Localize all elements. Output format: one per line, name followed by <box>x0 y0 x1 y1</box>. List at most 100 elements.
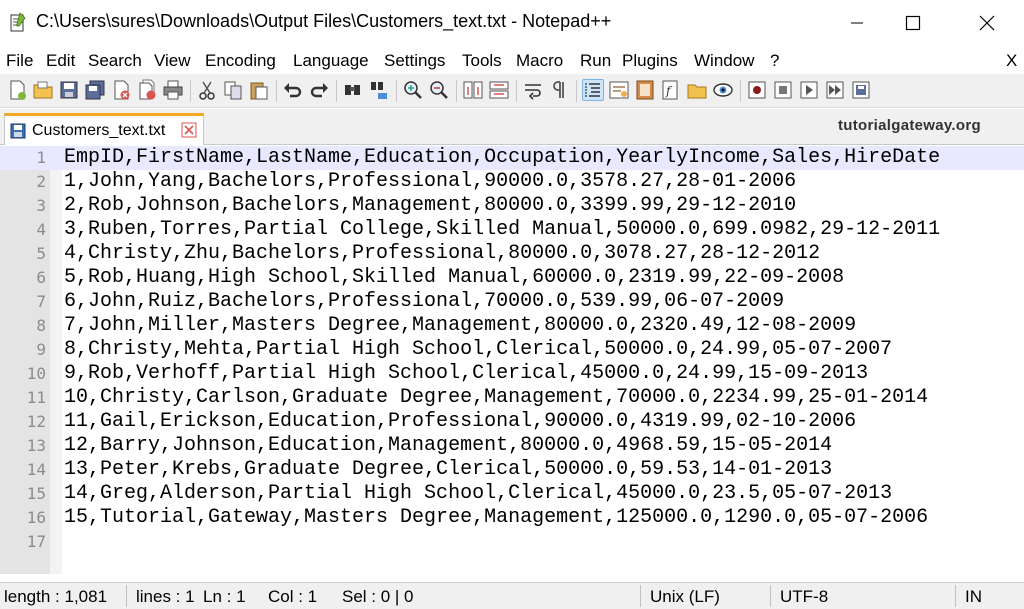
function-list-button[interactable]: f <box>660 79 682 101</box>
document-map-button[interactable] <box>634 79 656 101</box>
editor-line[interactable]: 13 12,Barry,Johnson,Education,Management,… <box>0 434 1024 458</box>
menu-plugins[interactable]: Plugins <box>622 51 678 71</box>
line-content[interactable]: 2,Rob,Johnson,Bachelors,Management,80000… <box>64 194 796 218</box>
line-content[interactable]: 12,Barry,Johnson,Education,Management,80… <box>64 434 832 458</box>
line-number: 11 <box>26 388 46 407</box>
open-file-button[interactable] <box>32 79 54 101</box>
line-number: 4 <box>36 220 46 239</box>
editor-line[interactable]: 6 5,Rob,Huang,High School,Skilled Manual,… <box>0 266 1024 290</box>
line-content[interactable]: 11,Gail,Erickson,Education,Professional,… <box>64 410 856 434</box>
menu-macro[interactable]: Macro <box>516 51 563 71</box>
editor-line[interactable]: 16 15,Tutorial,Gateway,Masters Degree,Man… <box>0 506 1024 530</box>
save-all-button[interactable] <box>84 79 106 101</box>
line-content[interactable]: 4,Christy,Zhu,Bachelors,Professional,800… <box>64 242 820 266</box>
indent-guide-icon <box>585 83 600 97</box>
menu-tools[interactable]: Tools <box>462 51 502 71</box>
run-macro-multiple-button[interactable] <box>824 79 846 101</box>
editor-line[interactable]: 10 9,Rob,Verhoff,Partial High School,Cler… <box>0 362 1024 386</box>
find-button[interactable] <box>342 79 364 101</box>
sync-horizontal-button[interactable] <box>488 79 510 101</box>
save-button[interactable] <box>58 79 80 101</box>
line-content[interactable]: 5,Rob,Huang,High School,Skilled Manual,6… <box>64 266 844 290</box>
editor-line[interactable]: 1 EmpID,FirstName,LastName,Education,Occu… <box>0 146 1024 170</box>
line-content[interactable]: 7,John,Miller,Masters Degree,Management,… <box>64 314 856 338</box>
undo-button[interactable] <box>282 79 304 101</box>
close-tab-icon[interactable] <box>181 122 197 138</box>
toolbar-separator <box>336 80 337 102</box>
menu-run[interactable]: Run <box>580 51 611 71</box>
close-file-button[interactable] <box>110 79 132 101</box>
zoom-out-icon <box>430 81 448 99</box>
new-file-button[interactable] <box>6 79 28 101</box>
editor-line[interactable]: 15 14,Greg,Alderson,Partial High School,C… <box>0 482 1024 506</box>
menu-settings[interactable]: Settings <box>384 51 445 71</box>
folder-as-workspace-button[interactable] <box>686 79 708 101</box>
paste-button[interactable] <box>248 79 270 101</box>
status-col: Col : 1 <box>268 587 318 606</box>
editor-line[interactable]: 3 2,Rob,Johnson,Bachelors,Management,8000… <box>0 194 1024 218</box>
tab-customers-text[interactable]: Customers_text.txt <box>4 113 204 145</box>
line-content[interactable]: EmpID,FirstName,LastName,Education,Occup… <box>64 146 940 170</box>
line-number: 12 <box>26 412 46 431</box>
close-icon <box>979 15 995 31</box>
cut-icon <box>199 81 215 100</box>
menu-search[interactable]: Search <box>88 51 142 71</box>
print-button[interactable] <box>162 79 184 101</box>
editor-line[interactable]: 5 4,Christy,Zhu,Bachelors,Professional,80… <box>0 242 1024 266</box>
monitoring-button[interactable] <box>712 79 734 101</box>
status-eol[interactable]: Unix (LF) <box>650 587 720 607</box>
status-encoding[interactable]: UTF-8 <box>780 587 828 607</box>
status-insert-mode[interactable]: IN <box>965 587 982 607</box>
menu-edit[interactable]: Edit <box>46 51 75 71</box>
line-content[interactable]: 9,Rob,Verhoff,Partial High School,Cleric… <box>64 362 868 386</box>
line-content[interactable]: 3,Ruben,Torres,Partial College,Skilled M… <box>64 218 940 242</box>
copy-button[interactable] <box>222 79 244 101</box>
play-macro-button[interactable] <box>798 79 820 101</box>
text-editor[interactable]: 1 EmpID,FirstName,LastName,Education,Occu… <box>0 146 1024 574</box>
menu-language[interactable]: Language <box>293 51 369 71</box>
editor-line[interactable]: 7 6,John,Ruiz,Bachelors,Professional,7000… <box>0 290 1024 314</box>
record-macro-button[interactable] <box>746 79 768 101</box>
close-all-button[interactable] <box>136 79 158 101</box>
maximize-button[interactable] <box>890 0 936 46</box>
line-content[interactable]: 13,Peter,Krebs,Graduate Degree,Clerical,… <box>64 458 832 482</box>
editor-line[interactable]: 14 13,Peter,Krebs,Graduate Degree,Clerica… <box>0 458 1024 482</box>
show-all-characters-button[interactable] <box>548 79 570 101</box>
sync-vertical-button[interactable] <box>462 79 484 101</box>
line-number: 13 <box>26 436 46 455</box>
line-number: 3 <box>36 196 46 215</box>
redo-button[interactable] <box>308 79 330 101</box>
line-content[interactable]: 15,Tutorial,Gateway,Masters Degree,Manag… <box>64 506 928 530</box>
zoom-in-button[interactable] <box>402 79 424 101</box>
editor-line[interactable]: 17 <box>0 530 1024 554</box>
line-content[interactable]: 6,John,Ruiz,Bachelors,Professional,70000… <box>64 290 784 314</box>
user-defined-language-button[interactable] <box>608 79 630 101</box>
line-content[interactable]: 14,Greg,Alderson,Partial High School,Cle… <box>64 482 892 506</box>
editor-line[interactable]: 4 3,Ruben,Torres,Partial College,Skilled … <box>0 218 1024 242</box>
editor-line[interactable]: 8 7,John,Miller,Masters Degree,Management… <box>0 314 1024 338</box>
stop-macro-button[interactable] <box>772 79 794 101</box>
zoom-out-button[interactable] <box>428 79 450 101</box>
editor-line[interactable]: 11 10,Christy,Carlson,Graduate Degree,Man… <box>0 386 1024 410</box>
minimize-button[interactable] <box>834 0 880 46</box>
menu-encoding[interactable]: Encoding <box>205 51 276 71</box>
editor-line[interactable]: 2 1,John,Yang,Bachelors,Professional,9000… <box>0 170 1024 194</box>
close-window-button[interactable] <box>964 0 1010 46</box>
editor-line[interactable]: 9 8,Christy,Mehta,Partial High School,Cle… <box>0 338 1024 362</box>
line-content[interactable]: 1,John,Yang,Bachelors,Professional,90000… <box>64 170 796 194</box>
word-wrap-button[interactable] <box>522 79 544 101</box>
sync-vertical-icon <box>463 81 483 99</box>
indent-guide-button[interactable] <box>582 79 604 101</box>
menu-help[interactable]: ? <box>770 51 779 71</box>
undo-icon <box>284 83 302 98</box>
menu-window[interactable]: Window <box>694 51 754 71</box>
menu-view[interactable]: View <box>154 51 191 71</box>
line-content[interactable]: 8,Christy,Mehta,Partial High School,Cler… <box>64 338 892 362</box>
menu-file[interactable]: File <box>6 51 33 71</box>
line-content[interactable]: 10,Christy,Carlson,Graduate Degree,Manag… <box>64 386 928 410</box>
editor-line[interactable]: 12 11,Gail,Erickson,Education,Professiona… <box>0 410 1024 434</box>
close-document-button[interactable]: X <box>1006 51 1017 71</box>
save-macro-button[interactable] <box>850 79 872 101</box>
replace-button[interactable] <box>368 79 390 101</box>
cut-button[interactable] <box>196 79 218 101</box>
